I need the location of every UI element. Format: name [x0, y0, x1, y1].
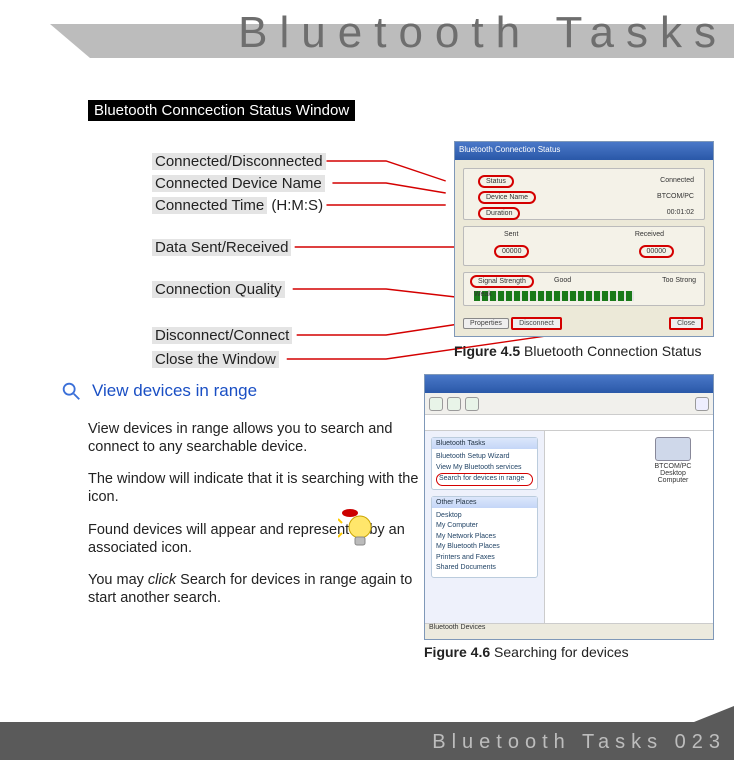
explorer-sidebar: Bluetooth Tasks Bluetooth Setup Wizard V… [425, 431, 545, 639]
callout-disconnect: Disconnect/Connect [152, 327, 292, 344]
place-desktop[interactable]: Desktop [436, 511, 533, 522]
other-places-panel: Other Places Desktop My Computer My Netw… [431, 496, 538, 578]
device-value: BTCOM/PC [657, 193, 694, 200]
task-search-devices[interactable]: Search for devices in range [436, 473, 533, 486]
search-icon [60, 380, 82, 402]
signal-strong: Too Strong [662, 277, 696, 284]
connection-status-window: Bluetooth Connection Status Status Devic… [454, 141, 714, 337]
window-titlebar: Bluetooth Connection Status [455, 142, 713, 160]
other-places-header: Other Places [432, 497, 537, 508]
signal-good: Good [554, 277, 571, 284]
recv-label: Received [635, 231, 664, 238]
activity-group: Sent Received 00000 00000 [463, 226, 705, 266]
device-pill: Device Name [478, 191, 536, 204]
bluetooth-tasks-header: Bluetooth Tasks [432, 438, 537, 449]
footer-text: Bluetooth Tasks 023 [432, 731, 726, 754]
back-button[interactable] [429, 397, 443, 411]
callout-conn-quality: Connection Quality [152, 281, 285, 298]
task-view-services[interactable]: View My Bluetooth services [436, 463, 533, 474]
place-computer[interactable]: My Computer [436, 521, 533, 532]
place-shared[interactable]: Shared Documents [436, 563, 533, 574]
explorer-toolbar [425, 393, 713, 415]
figure-4-6-caption: Figure 4.6 Searching for devices [424, 644, 714, 660]
section-heading: Bluetooth Conncection Status Window [88, 100, 355, 121]
sent-label: Sent [504, 231, 518, 238]
paragraph-2: The window will indicate that it is sear… [88, 470, 428, 506]
callout-connected: Connected/Disconnected [152, 153, 326, 170]
status-pill: Status [478, 175, 514, 188]
recv-pill: 00000 [639, 245, 674, 258]
signal-pill: Signal Strength [470, 275, 534, 288]
bluetooth-tasks-panel: Bluetooth Tasks Bluetooth Setup Wizard V… [431, 437, 538, 490]
callout-connected-time: Connected Time (H:M:S) [152, 197, 323, 214]
address-bar[interactable] [425, 415, 713, 431]
figure-4-6: Bluetooth Tasks Bluetooth Setup Wizard V… [424, 374, 714, 660]
sent-pill: 00000 [494, 245, 529, 258]
header-title: Bluetooth Tasks [238, 8, 728, 58]
close-button[interactable]: Close [669, 317, 703, 330]
found-device[interactable]: BTCOM/PC Desktop Computer [649, 437, 697, 484]
disconnect-button[interactable]: Disconnect [511, 317, 562, 330]
content-area: Bluetooth Conncection Status Window Conn… [88, 100, 714, 377]
page-footer: Bluetooth Tasks 023 [0, 722, 734, 760]
computer-icon [655, 437, 691, 461]
explorer-titlebar [425, 375, 713, 393]
device-name: BTCOM/PC [649, 463, 697, 470]
up-button[interactable] [465, 397, 479, 411]
view-devices-label: View devices in range [92, 381, 257, 401]
duration-value: 00:01:02 [667, 209, 694, 216]
callout-close: Close the Window [152, 351, 279, 368]
lightbulb-icon [338, 505, 374, 549]
explorer-statusbar: Bluetooth Devices [425, 623, 713, 639]
task-setup-wizard[interactable]: Bluetooth Setup Wizard [436, 452, 533, 463]
device-sub: Desktop Computer [649, 470, 697, 484]
status-value: Connected [660, 177, 694, 184]
lower-section: View devices in range View devices in ra… [88, 380, 714, 607]
button-row: Properties Disconnect [463, 317, 562, 330]
figure-4-5-caption: Figure 4.5 Bluetooth Connection Status [454, 343, 714, 359]
forward-button[interactable] [447, 397, 461, 411]
duration-pill: Duration [478, 207, 520, 220]
callout-block: Connected/Disconnected Connected Device … [88, 147, 714, 377]
callout-data-sent: Data Sent/Received [152, 239, 291, 256]
signal-group: Signal Strength Good Too Strong Weak [463, 272, 705, 306]
signal-weak: Weak [474, 291, 492, 298]
views-button[interactable] [695, 397, 709, 411]
place-bluetooth[interactable]: My Bluetooth Places [436, 542, 533, 553]
page-header: Bluetooth Tasks [0, 10, 734, 66]
place-printers[interactable]: Printers and Faxes [436, 553, 533, 564]
paragraph-3: Found devices will appear and represente… [88, 521, 428, 557]
figure-4-5: Bluetooth Connection Status Status Devic… [454, 141, 714, 359]
place-network[interactable]: My Network Places [436, 532, 533, 543]
properties-button[interactable]: Properties [463, 318, 509, 329]
signal-bars [474, 291, 634, 301]
status-group: Status Device Name Duration Connected BT… [463, 168, 705, 220]
paragraph-1: View devices in range allows you to sear… [88, 420, 428, 456]
explorer-window: Bluetooth Tasks Bluetooth Setup Wizard V… [424, 374, 714, 640]
callout-device-name: Connected Device Name [152, 175, 325, 192]
paragraph-4: You may click Search for devices in rang… [88, 571, 428, 607]
explorer-main: BTCOM/PC Desktop Computer [545, 431, 713, 621]
